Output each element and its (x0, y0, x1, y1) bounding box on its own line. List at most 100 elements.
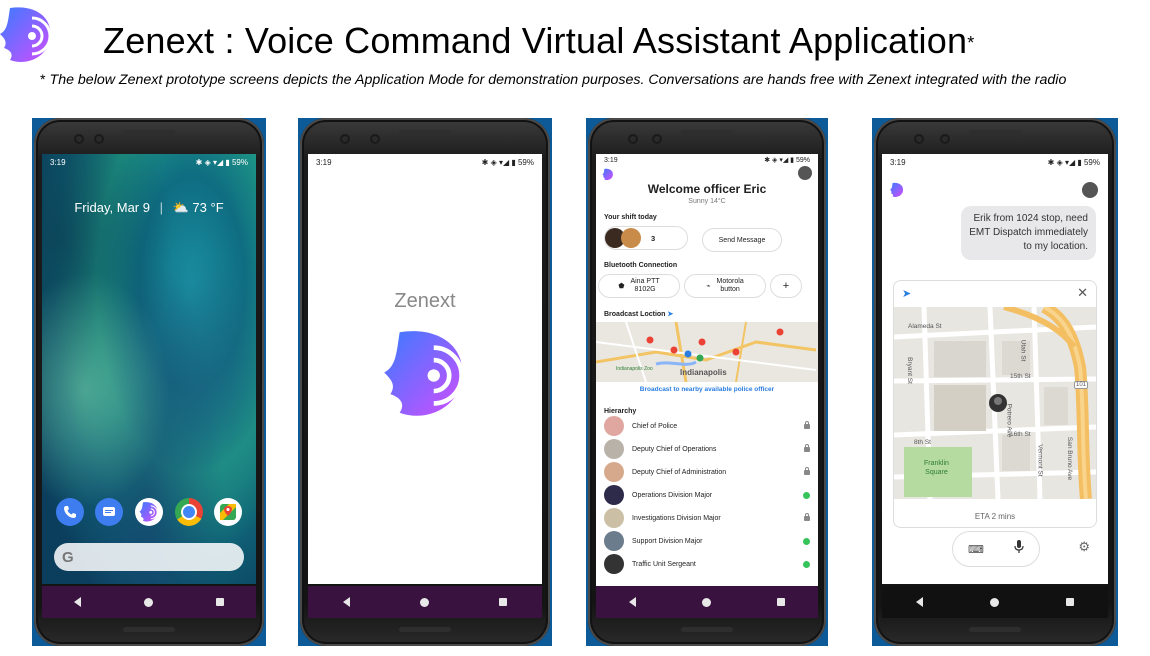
hierarchy-row[interactable]: Support Division Major (604, 531, 810, 551)
status-icons: ✱ ◈ ▾◢ ▮ 59% (195, 157, 248, 167)
street-label: Vermont St (1036, 444, 1044, 477)
hierarchy-row[interactable]: Operations Division Major (604, 485, 810, 505)
zenext-logo (0, 4, 54, 71)
location-arrow-icon[interactable]: ➤ (902, 287, 911, 300)
microphone-icon[interactable] (1014, 539, 1024, 559)
front-sensor (370, 134, 380, 144)
street-label: San Bruno Ave (1066, 436, 1074, 481)
user-message-bubble: Erik from 1024 stop, need EMT Dispatch i… (961, 206, 1096, 260)
app-dock (42, 498, 256, 526)
maps-icon[interactable] (214, 498, 243, 526)
earpiece (399, 130, 451, 135)
dashboard-screen: 3:19 ✱ ◈ ▾◢ ▮ 59% Welcome officer Eric S… (596, 154, 818, 586)
status-time: 3:19 (890, 157, 906, 167)
add-device-button[interactable]: + (770, 274, 802, 298)
zenext-icon[interactable] (134, 498, 163, 526)
broadcast-label: Broadcast Loction ➤ (604, 311, 674, 318)
shift-team[interactable]: 3 (604, 226, 688, 250)
hierarchy-name: Support Division Major (632, 537, 703, 545)
recents-icon[interactable] (1066, 598, 1075, 606)
hierarchy-row[interactable]: Investigations Division Major (604, 508, 810, 528)
recents-icon[interactable] (216, 598, 225, 606)
bluetooth-device-aina[interactable]: ⬟ Aina PTT 8102G (598, 274, 680, 298)
street-label: 8th St (914, 439, 931, 446)
hierarchy-label: Hierarchy (604, 408, 637, 415)
keyboard-icon[interactable]: ⌨ (968, 543, 984, 556)
status-bar: 3:19 ✱ ◈ ▾◢ ▮ 59% (42, 154, 256, 170)
message-line: Erik from 1024 stop, need (973, 213, 1088, 224)
send-message-button[interactable]: Send Message (702, 228, 782, 252)
messages-icon[interactable] (95, 498, 124, 526)
avatar (604, 531, 624, 551)
map-view[interactable]: Alameda St Bryant St 15th St 16th St 8th… (894, 307, 1096, 499)
weather-text: Sunny 14°C (688, 198, 726, 205)
street-label: Potrero Ave (1005, 403, 1013, 438)
back-icon[interactable] (629, 597, 636, 607)
button-device-icon: ⌁ (706, 283, 711, 290)
hierarchy-name: Deputy Chief of Operations (632, 445, 717, 453)
park-label: Franklin Square (924, 460, 949, 476)
date-weather-widget[interactable]: Friday, Mar 9 | ⛅ 73 °F (42, 200, 256, 216)
hierarchy-row[interactable]: Deputy Chief of Operations (604, 439, 810, 459)
message-line: to my location. (1023, 241, 1088, 252)
status-time: 3:19 (316, 157, 332, 167)
zenext-small-logo[interactable] (890, 182, 904, 203)
broadcast-map[interactable]: Indianapolis Indianapolis Zoo (596, 322, 818, 382)
back-icon[interactable] (343, 597, 350, 607)
home-icon[interactable] (989, 597, 999, 607)
eta-text: ETA 2 mins (974, 512, 1016, 521)
online-status-dot (803, 560, 810, 568)
weather-text: 73 °F (192, 200, 224, 215)
online-status-dot (803, 491, 810, 499)
message-line: EMT Dispatch immediately (969, 227, 1088, 238)
avatar[interactable] (798, 166, 812, 180)
bluetooth-label: Bluetooth Connection (604, 262, 678, 269)
lock-icon (804, 420, 810, 429)
close-icon[interactable]: ✕ (1077, 285, 1088, 301)
hierarchy-row[interactable]: Deputy Chief of Administration (604, 462, 810, 482)
android-nav-bar (42, 586, 256, 618)
home-icon[interactable] (143, 597, 153, 607)
location-arrow-icon: ➤ (667, 311, 674, 318)
status-time: 3:19 (604, 156, 618, 164)
avatar (604, 508, 624, 528)
recents-icon[interactable] (499, 598, 507, 606)
hierarchy-row[interactable]: Chief of Police (604, 416, 810, 436)
phone-icon[interactable] (55, 498, 84, 526)
date-text: Friday, Mar 9 (74, 200, 150, 215)
avatar (604, 485, 624, 505)
google-g-icon: G (62, 548, 74, 566)
avatar (604, 462, 624, 482)
street-label: Bryant St (905, 357, 913, 384)
chat-screen: 3:19 ✱ ◈ ▾◢ ▮ 59% Erik from 1024 stop, n… (882, 154, 1108, 584)
home-icon[interactable] (702, 597, 711, 607)
lock-icon (804, 512, 810, 521)
status-icons: ✱ ◈ ▾◢ ▮ 59% (1047, 157, 1100, 167)
highway-shield: 101 (1074, 381, 1089, 389)
radio-icon: ⬟ (618, 283, 625, 290)
lock-icon (804, 443, 810, 452)
home-icon[interactable] (420, 597, 429, 607)
shift-count: 3 (651, 233, 656, 243)
recents-icon[interactable] (777, 598, 785, 606)
back-icon[interactable] (915, 597, 923, 607)
status-icons: ✱ ◈ ▾◢ ▮ 59% (764, 157, 810, 164)
settings-gear-icon[interactable]: ⚙ (1078, 539, 1090, 555)
hierarchy-row[interactable]: Traffic Unit Sergeant (604, 554, 810, 574)
hierarchy-name: Traffic Unit Sergeant (632, 560, 696, 568)
splash-screen: 3:19 ✱ ◈ ▾◢ ▮ 59% Zenext (308, 154, 542, 584)
back-icon[interactable] (73, 597, 81, 607)
weather-icon: ⛅ (172, 200, 189, 215)
google-search-bar[interactable]: G (54, 543, 244, 571)
broadcast-link[interactable]: Broadcast to nearby available police off… (596, 386, 818, 393)
earpiece (681, 130, 733, 135)
status-bar: 3:19 ✱ ◈ ▾◢ ▮ 59% (882, 154, 1108, 170)
bottom-speaker (681, 627, 733, 632)
bluetooth-device-motorola[interactable]: ⌁ Motorola button (684, 274, 766, 298)
device2-name: Motorola (716, 278, 744, 285)
avatar[interactable] (1082, 182, 1098, 198)
status-time: 3:19 (50, 157, 66, 167)
zenext-small-logo[interactable] (602, 168, 614, 183)
bottom-speaker (123, 627, 175, 632)
chrome-icon[interactable] (174, 498, 203, 526)
